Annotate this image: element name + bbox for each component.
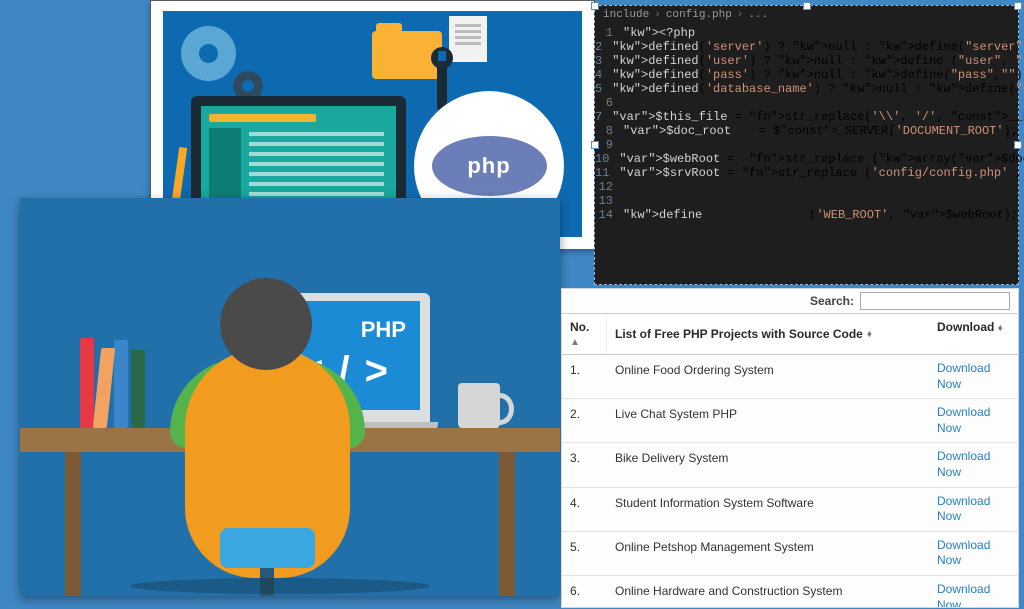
line-number: 1 — [595, 26, 623, 40]
line-number: 10 — [595, 152, 619, 166]
resize-handle[interactable] — [591, 2, 599, 10]
code-editor[interactable]: include › config.php › ... 1"kw"><?php2"… — [594, 5, 1019, 285]
line-number: 13 — [595, 194, 623, 208]
cell-no: 5. — [562, 532, 607, 575]
col-title: List of Free PHP Projects with Source Co… — [607, 314, 933, 354]
code-line[interactable]: 14"kw">define('WEB_ROOT', "var">$webRoot… — [595, 208, 1018, 222]
code-line[interactable]: 12 — [595, 180, 1018, 194]
code-line[interactable]: 3"kw">defined('user') ? "kw">null : "kw"… — [595, 54, 1018, 68]
chair-icon — [220, 528, 315, 568]
line-number: 3 — [595, 54, 612, 68]
line-number: 5 — [595, 82, 612, 96]
cell-title: Live Chat System PHP — [607, 399, 933, 442]
table-row: 6.Online Hardware and Construction Syste… — [562, 576, 1018, 608]
sort-icon[interactable]: ♦ — [867, 329, 870, 340]
cell-no: 4. — [562, 488, 607, 531]
col-download: Download ♦ — [933, 314, 1018, 354]
code-line[interactable]: 2"kw">defined('server') ? "kw">null : "k… — [595, 40, 1018, 54]
code-line[interactable]: 13 — [595, 194, 1018, 208]
resize-handle[interactable] — [1014, 2, 1022, 10]
code-line[interactable]: 5"kw">defined('database_name') ? "kw">nu… — [595, 82, 1018, 96]
download-link[interactable]: Download Now — [937, 405, 990, 435]
resize-handle[interactable] — [803, 2, 811, 10]
line-number: 2 — [595, 40, 612, 54]
developer-illustration: PHP < / > — [20, 198, 560, 596]
sort-icon[interactable]: ▲ — [570, 337, 578, 348]
code-line[interactable]: 6 — [595, 96, 1018, 110]
sort-icon[interactable]: ♦ — [998, 323, 1001, 334]
download-link[interactable]: Download Now — [937, 361, 990, 391]
table-row: 4.Student Information System SoftwareDow… — [562, 488, 1018, 532]
line-number: 11 — [595, 166, 619, 180]
cell-title: Student Information System Software — [607, 488, 933, 531]
line-number: 7 — [595, 110, 612, 124]
table-row: 2.Live Chat System PHPDownload Now — [562, 399, 1018, 443]
mug-icon — [458, 383, 500, 429]
code-line[interactable]: 8"var">$doc_root = $"const">_SERVER['DOC… — [595, 124, 1018, 138]
download-link[interactable]: Download Now — [937, 494, 990, 524]
search-label: Search: — [810, 294, 854, 308]
document-icon — [449, 16, 487, 62]
download-link[interactable]: Download Now — [937, 538, 990, 568]
code-line[interactable]: 1"kw"><?php — [595, 26, 1018, 40]
table-row: 5.Online Petshop Management SystemDownlo… — [562, 532, 1018, 576]
resize-handle[interactable] — [591, 141, 599, 149]
table-row: 1.Online Food Ordering SystemDownload No… — [562, 355, 1018, 399]
search-input[interactable] — [860, 292, 1010, 310]
line-number: 12 — [595, 180, 623, 194]
projects-panel: Search: No. ▲ List of Free PHP Projects … — [561, 288, 1019, 608]
code-line[interactable]: 11"var">$srvRoot = "fn">str_replace ('co… — [595, 166, 1018, 180]
chevron-right-icon: › — [654, 9, 661, 21]
chevron-right-icon: › — [737, 9, 744, 21]
gear-icon — [181, 26, 236, 81]
code-area[interactable]: 1"kw"><?php2"kw">defined('server') ? "kw… — [595, 24, 1018, 226]
breadcrumb-item[interactable]: include — [603, 9, 649, 21]
line-number: 14 — [595, 208, 623, 222]
cell-no: 1. — [562, 355, 607, 398]
resize-handle[interactable] — [1014, 141, 1022, 149]
breadcrumb-item[interactable]: config.php — [666, 9, 732, 21]
download-link[interactable]: Download Now — [937, 449, 990, 479]
download-link[interactable]: Download Now — [937, 582, 990, 608]
table-row: 3.Bike Delivery SystemDownload Now — [562, 443, 1018, 487]
cell-no: 6. — [562, 576, 607, 608]
php-logo-text: php — [432, 136, 547, 196]
line-number: 4 — [595, 68, 612, 82]
line-number: 8 — [595, 124, 623, 138]
cell-title: Online Hardware and Construction System — [607, 576, 933, 608]
breadcrumb-item: ... — [748, 9, 768, 21]
code-line[interactable]: 7"var">$this_file = "fn">str_replace('\\… — [595, 110, 1018, 124]
code-line[interactable]: 4"kw">defined('pass') ? "kw">null : "kw"… — [595, 68, 1018, 82]
code-line[interactable]: 10"var">$webRoot = "fn">str_replace ("kw… — [595, 152, 1018, 166]
col-no: No. ▲ — [562, 314, 607, 354]
table-header: No. ▲ List of Free PHP Projects with Sou… — [562, 313, 1018, 355]
books-icon — [80, 338, 145, 428]
cell-no: 2. — [562, 399, 607, 442]
cell-title: Bike Delivery System — [607, 443, 933, 486]
line-number: 9 — [595, 138, 623, 152]
code-line[interactable]: 9 — [595, 138, 1018, 152]
cell-title: Online Food Ordering System — [607, 355, 933, 398]
line-number: 6 — [595, 96, 623, 110]
cell-title: Online Petshop Management System — [607, 532, 933, 575]
screen-title: PHP — [361, 317, 406, 343]
cell-no: 3. — [562, 443, 607, 486]
